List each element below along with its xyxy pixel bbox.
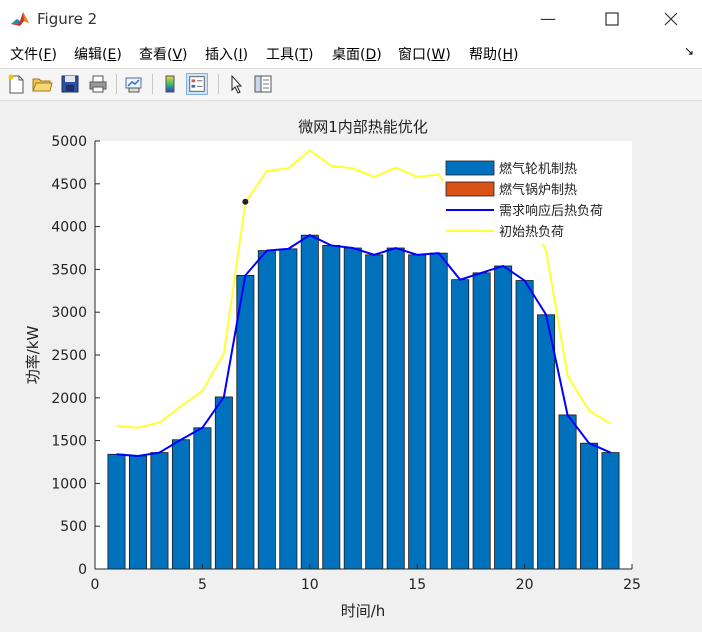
bar-gas-turbine-heat — [193, 427, 212, 570]
x-tick-label: 0 — [91, 577, 100, 593]
bar-gas-turbine-heat — [601, 452, 620, 570]
bar-gas-turbine-heat — [171, 439, 190, 570]
maximize-icon — [605, 12, 619, 26]
property-inspector-icon[interactable] — [252, 73, 274, 95]
pointer-icon[interactable] — [225, 73, 247, 95]
new-figure-icon[interactable] — [5, 73, 27, 95]
bar-gas-turbine-heat — [494, 265, 513, 570]
legend-entry-gas-boiler-label: 燃气锅炉制热 — [499, 182, 577, 198]
menu-insert[interactable]: 插入(I) — [205, 44, 248, 64]
dock-figure-button[interactable]: ↘ — [684, 44, 694, 58]
bar-gas-turbine-heat — [408, 254, 427, 570]
y-tick-label: 500 — [60, 519, 87, 535]
menu-view[interactable]: 查看(V) — [139, 44, 188, 64]
link-plot-icon[interactable] — [123, 73, 145, 95]
y-tick-label: 4500 — [51, 177, 87, 193]
y-tick-label: 1000 — [51, 476, 87, 492]
y-tick-label: 1500 — [51, 434, 87, 450]
x-axis-label: 时间/h — [341, 602, 386, 620]
dock-arrow-icon: ↘ — [684, 44, 695, 58]
y-tick-label: 3000 — [51, 305, 87, 321]
figure-canvas: 微网1内部热能优化 0 5 10 15 20 25 0 500 1000 1500 2000 2500… — [0, 101, 702, 628]
menu-desktop[interactable]: 桌面(D) — [332, 44, 382, 64]
bar-gas-turbine-heat — [107, 453, 126, 570]
x-tick-label: 5 — [198, 577, 207, 593]
toolbar-separator — [116, 74, 117, 94]
x-tick-label: 15 — [408, 577, 426, 593]
bar-gas-turbine-heat — [257, 250, 276, 570]
bar-gas-turbine-heat — [558, 414, 577, 570]
figure-window: Figure 2 — 文件(F) 编辑(E) 查看(V) 插入(I) 工具(T)… — [0, 0, 702, 628]
legend-entry-initial-load-label: 初始热负荷 — [499, 225, 564, 240]
y-tick-label: 4000 — [51, 220, 87, 236]
y-tick-label: 0 — [78, 562, 87, 578]
menu-tools[interactable]: 工具(T) — [266, 44, 314, 64]
bar-gas-turbine-heat — [150, 452, 169, 570]
annotation-point — [242, 198, 249, 205]
bar-gas-turbine-heat — [322, 245, 341, 570]
toolbar-separator — [218, 74, 219, 94]
bar-gas-turbine-heat — [537, 314, 556, 570]
bar-gas-turbine-heat — [365, 254, 384, 570]
title-bar: Figure 2 — — [0, 0, 702, 38]
save-icon[interactable] — [59, 73, 81, 95]
menu-file[interactable]: 文件(F) — [10, 44, 57, 64]
maximize-button[interactable] — [597, 6, 627, 32]
y-tick-label: 2000 — [51, 391, 87, 407]
minimize-icon: — — [540, 9, 556, 28]
chart[interactable]: 微网1内部热能优化 0 5 10 15 20 25 0 500 1000 1500 2000 2500… — [0, 101, 702, 628]
legend-entry-gas-boiler-swatch — [445, 181, 495, 197]
print-icon[interactable] — [87, 73, 109, 95]
toolbar-separator — [152, 74, 153, 94]
bar-gas-turbine-heat — [515, 280, 534, 570]
y-tick-label: 3500 — [51, 262, 87, 278]
menu-edit[interactable]: 编辑(E) — [74, 44, 122, 64]
minimize-button[interactable]: — — [533, 6, 563, 32]
colorbar-icon[interactable] — [159, 73, 181, 95]
bar-gas-turbine-heat — [236, 274, 255, 570]
y-tick-label: 5000 — [51, 134, 87, 150]
x-tick-label: 20 — [516, 577, 534, 593]
menu-bar: 文件(F) 编辑(E) 查看(V) 插入(I) 工具(T) 桌面(D) 窗口(W… — [0, 38, 702, 69]
legend-entry-gas-turbine-label: 燃气轮机制热 — [499, 161, 577, 177]
menu-window[interactable]: 窗口(W) — [398, 44, 451, 64]
bar-gas-turbine-heat — [214, 396, 233, 570]
legend-entry-gas-turbine-swatch — [445, 160, 495, 176]
figure-toolbar — [0, 69, 702, 101]
matlab-logo-icon — [10, 9, 30, 29]
bar-gas-turbine-heat — [451, 279, 470, 570]
menu-help[interactable]: 帮助(H) — [469, 44, 518, 64]
legend-entry-demand-response-label: 需求响应后热负荷 — [499, 203, 603, 219]
close-icon — [664, 12, 678, 26]
open-icon[interactable] — [31, 73, 53, 95]
chart-title: 微网1内部热能优化 — [298, 118, 428, 136]
bar-gas-turbine-heat — [300, 234, 319, 570]
y-tick-label: 2500 — [51, 348, 87, 364]
bar-gas-turbine-heat — [343, 247, 362, 570]
x-tick-label: 10 — [301, 577, 319, 593]
y-axis-label: 功率/kW — [24, 326, 42, 385]
bar-gas-turbine-heat — [128, 455, 147, 570]
legend-icon[interactable] — [186, 73, 208, 95]
bar-gas-turbine-heat — [472, 272, 491, 570]
bar-gas-turbine-heat — [279, 248, 298, 570]
bar-gas-turbine-heat — [386, 247, 405, 570]
bar-gas-turbine-heat — [429, 252, 448, 570]
bar-gas-turbine-heat — [580, 442, 599, 570]
x-tick-label: 25 — [623, 577, 641, 593]
window-title: Figure 2 — [37, 10, 98, 28]
close-button[interactable] — [656, 6, 686, 32]
